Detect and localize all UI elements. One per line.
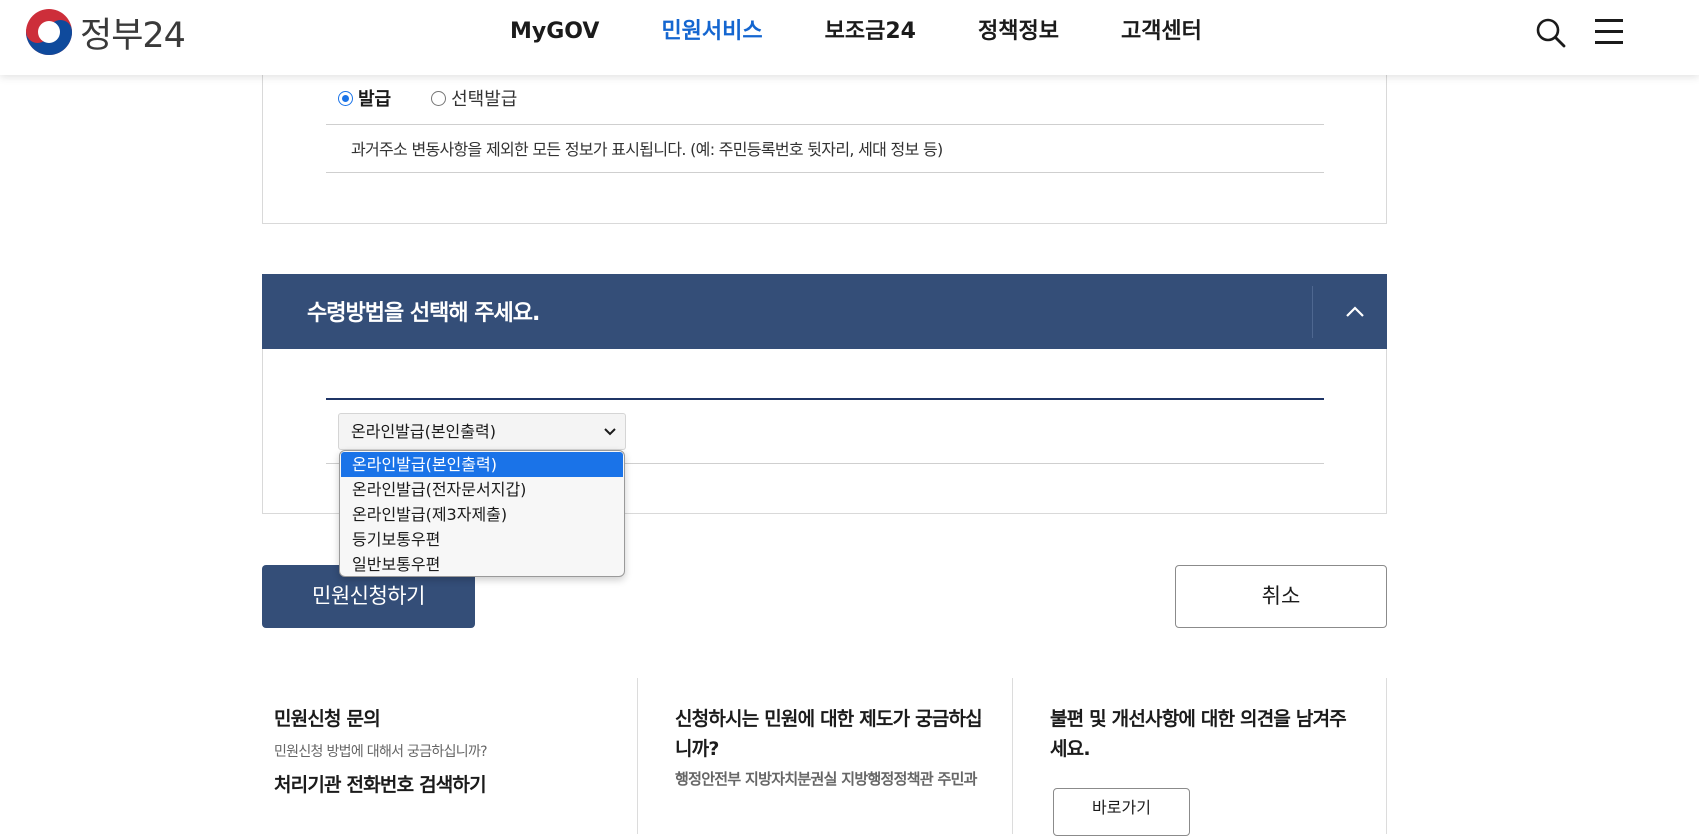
nav-item-customer-center[interactable]: 고객센터: [1121, 14, 1202, 50]
issuance-description: 과거주소 변동사항을 제외한 모든 정보가 표시됩니다. (예: 주민등록번호 …: [351, 140, 943, 159]
divider: [326, 124, 1324, 125]
collapse-toggle-button[interactable]: [1337, 294, 1373, 330]
radio-issue-label[interactable]: 발급: [358, 85, 391, 111]
radio-selective-issue[interactable]: [431, 90, 447, 106]
issuance-radio-group: 발급 선택발급: [338, 85, 517, 111]
taegeuk-logo-icon: [26, 9, 72, 55]
chevron-up-icon: [1346, 306, 1364, 317]
goto-feedback-button[interactable]: 바로가기: [1053, 788, 1190, 836]
receipt-method-header: 수령방법을 선택해 주세요.: [262, 274, 1387, 349]
info-feedback: 불편 및 개선사항에 대한 의견을 남겨주세요. 바로가기: [1012, 678, 1387, 836]
info-system-inquiry: 신청하시는 민원에 대한 제도가 궁금하십니까? 행정안전부 지방자치분권실 지…: [637, 678, 1012, 834]
site-header: 정부24 MyGOV 민원서비스 보조금24 정책정보 고객센터: [0, 0, 1699, 75]
gov24-logo[interactable]: 정부24: [26, 9, 186, 56]
search-button[interactable]: [1535, 17, 1567, 49]
nav-item-mygov[interactable]: MyGOV: [510, 14, 599, 50]
info-civil-inquiry: 민원신청 문의 민원신청 방법에 대해서 궁금하십니까? 처리기관 전화번호 검…: [262, 678, 637, 834]
nav-item-civil-service[interactable]: 민원서비스: [661, 14, 762, 50]
logo-text: 정부24: [80, 15, 186, 56]
cancel-button[interactable]: 취소: [1175, 565, 1387, 628]
radio-selective-issue-label[interactable]: 선택발급: [451, 85, 517, 111]
divider: [326, 398, 1324, 400]
option-registered-mail[interactable]: 등기보통우편: [341, 527, 623, 552]
search-icon: [1536, 18, 1566, 48]
option-online-self-print[interactable]: 온라인발급(본인출력): [341, 452, 623, 477]
main-nav: MyGOV 민원서비스 보조금24 정책정보 고객센터: [510, 14, 1264, 50]
nav-item-policy-info[interactable]: 정책정보: [978, 14, 1059, 50]
header-divider: [1312, 286, 1313, 338]
select-value: 온라인발급(본인출력): [351, 422, 496, 441]
option-online-e-wallet[interactable]: 온라인발급(전자문서지갑): [341, 477, 623, 502]
info-subtitle: 민원신청 방법에 대해서 궁금하십니까?: [274, 744, 488, 760]
info-title: 민원신청 문의: [274, 708, 381, 730]
option-online-third-party[interactable]: 온라인발급(제3자제출): [341, 502, 623, 527]
hamburger-menu-icon: [1595, 19, 1623, 22]
nav-item-subsidy24[interactable]: 보조금24: [825, 14, 916, 50]
info-title: 신청하시는 민원에 대한 제도가 궁금하십니까?: [675, 708, 983, 760]
receipt-method-select[interactable]: 온라인발급(본인출력): [338, 413, 626, 450]
agency-phone-search-link[interactable]: 처리기관 전화번호 검색하기: [274, 770, 487, 797]
receipt-method-title: 수령방법을 선택해 주세요.: [307, 301, 540, 326]
menu-button[interactable]: [1595, 19, 1623, 45]
chevron-down-icon: [604, 428, 616, 436]
info-title: 불편 및 개선사항에 대한 의견을 남겨주세요.: [1050, 708, 1347, 760]
radio-issue[interactable]: [338, 90, 353, 106]
receipt-method-dropdown: 온라인발급(본인출력) 온라인발급(전자문서지갑) 온라인발급(제3자제출) 등…: [339, 450, 625, 577]
responsible-department: 행정안전부 지방자치분권실 지방행정정책관 주민과: [675, 770, 977, 788]
option-regular-mail[interactable]: 일반보통우편: [341, 552, 623, 577]
divider: [326, 172, 1324, 173]
